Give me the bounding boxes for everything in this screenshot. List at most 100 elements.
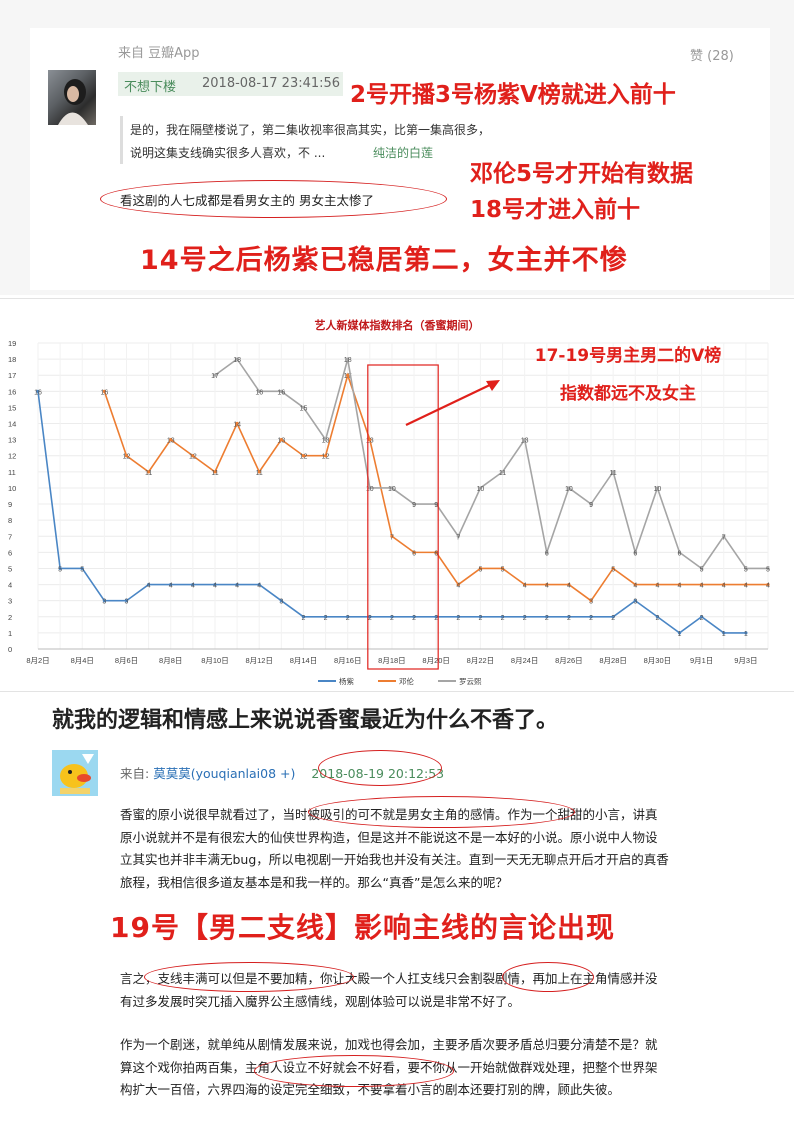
quote-line-2: 说明这集支线确实很多人喜欢，不 ... [130, 146, 326, 160]
article-author-link[interactable]: 莫莫莫(youqianlai08 +) [153, 766, 295, 781]
source-label: 来自 豆瓣App [118, 46, 200, 61]
data-label-0: 5 [58, 566, 62, 573]
article-title: 就我的逻辑和情感上来说说香蜜最近为什么不香了。 [52, 708, 559, 733]
article: 就我的逻辑和情感上来说说香蜜最近为什么不香了。 来自: 莫莫莫(youqianl… [0, 692, 794, 1123]
data-label-1: 5 [611, 566, 615, 573]
data-label-2: 13 [322, 438, 330, 445]
data-label-0: 2 [390, 615, 394, 622]
data-label-0: 1 [722, 631, 726, 638]
x-tick-label: 8月24日 [511, 656, 539, 665]
data-label-1: 4 [655, 583, 659, 590]
y-tick-label: 19 [8, 339, 16, 348]
data-label-1: 13 [366, 438, 374, 445]
data-label-2: 18 [233, 357, 241, 364]
highlight-box [367, 364, 439, 670]
x-tick-label: 8月10日 [201, 656, 229, 665]
data-label-0: 5 [80, 566, 84, 573]
data-label-1: 4 [678, 583, 682, 590]
data-label-1: 5 [478, 566, 482, 573]
y-tick-label: 5 [8, 564, 12, 573]
duck-avatar-icon [52, 750, 98, 796]
data-label-1: 12 [322, 454, 330, 461]
x-tick-label: 8月4日 [71, 656, 94, 665]
data-label-0: 2 [611, 615, 615, 622]
y-tick-label: 16 [8, 387, 16, 396]
author-avatar[interactable] [52, 750, 98, 796]
y-tick-label: 10 [8, 484, 16, 493]
quote-line-1: 是的，我在隔壁楼说了，第二集收视率很高其实，比第一集高很多， [130, 123, 491, 137]
data-label-1: 4 [766, 583, 770, 590]
data-label-1: 4 [700, 583, 704, 590]
data-label-0: 1 [678, 631, 682, 638]
data-label-1: 12 [123, 454, 131, 461]
legend-label: 罗云熙 [459, 677, 482, 686]
x-tick-label: 9月1日 [690, 656, 713, 665]
data-label-0: 2 [302, 615, 306, 622]
data-label-2: 17 [211, 373, 219, 380]
data-label-2: 6 [633, 550, 637, 557]
data-label-2: 13 [521, 438, 529, 445]
x-tick-label: 8月22日 [467, 656, 495, 665]
data-label-1: 4 [567, 583, 571, 590]
x-tick-label: 8月30日 [644, 656, 672, 665]
data-label-0: 4 [213, 583, 217, 590]
data-label-1: 4 [456, 583, 460, 590]
chart-annotation-2: 指数都远不及女主 [560, 383, 696, 404]
quote-bar [120, 116, 123, 164]
data-label-0: 2 [324, 615, 328, 622]
data-label-0: 2 [368, 615, 372, 622]
quote-author-link[interactable]: 纯洁的白莲 [373, 144, 433, 161]
y-tick-label: 12 [8, 452, 16, 461]
like-count[interactable]: 赞 (28) [690, 45, 734, 64]
para2-highlight-circle-1 [144, 962, 354, 992]
y-tick-label: 2 [8, 613, 12, 622]
y-tick-label: 13 [8, 436, 16, 445]
ranking-line-chart: 艺人新媒体指数排名（香蜜期间）0123456789101112131415161… [8, 318, 770, 686]
x-tick-label: 8月6日 [115, 656, 138, 665]
top-post: 来自 豆瓣App 赞 (28) 不想下楼 2018-08-17 23:41:56… [0, 0, 794, 295]
reply-highlight-circle [100, 180, 447, 218]
data-label-1: 4 [633, 583, 637, 590]
x-tick-label: 9月3日 [734, 656, 757, 665]
data-label-2: 18 [344, 357, 352, 364]
data-label-0: 2 [523, 615, 527, 622]
data-label-0: 3 [102, 599, 106, 606]
data-label-0: 1 [744, 631, 748, 638]
data-label-1: 4 [523, 583, 527, 590]
data-label-0: 2 [589, 615, 593, 622]
y-tick-label: 11 [8, 468, 16, 477]
data-label-0: 2 [501, 615, 505, 622]
user-name-link[interactable]: 不想下楼 [124, 76, 176, 95]
annotation-note-4: 14号之后杨紫已稳居第二，女主并不惨 [140, 245, 628, 276]
data-label-2: 10 [653, 486, 661, 493]
data-label-2: 16 [255, 389, 263, 396]
data-label-2: 5 [766, 566, 770, 573]
data-label-0: 4 [191, 583, 195, 590]
y-tick-label: 14 [8, 420, 16, 429]
data-label-1: 11 [145, 470, 152, 477]
data-label-0: 4 [257, 583, 261, 590]
data-label-1: 11 [211, 470, 218, 477]
y-tick-label: 9 [8, 500, 12, 509]
avatar-photo-icon [58, 79, 88, 125]
legend-label: 杨紫 [339, 676, 354, 686]
data-label-0: 4 [169, 583, 173, 590]
data-label-2: 7 [456, 534, 460, 541]
data-label-0: 4 [235, 583, 239, 590]
annotation-note-3: 18号才进入前十 [470, 197, 641, 223]
y-tick-label: 7 [8, 532, 12, 541]
data-label-0: 16 [34, 389, 42, 396]
data-label-0: 4 [147, 583, 151, 590]
x-tick-label: 8月14日 [290, 656, 318, 665]
post-time: 2018-08-17 23:41:56 [202, 76, 341, 91]
avatar[interactable] [48, 70, 96, 125]
x-tick-label: 8月28日 [599, 656, 627, 665]
data-label-2: 10 [366, 486, 374, 493]
data-label-2: 11 [610, 470, 617, 477]
para1-line-4: 旅程，我相信很多道友基本是和我一样的。那么“真香”是怎么来的呢？ [120, 874, 508, 890]
data-label-0: 2 [655, 615, 659, 622]
legend-label: 邓伦 [399, 676, 414, 686]
data-label-0: 3 [633, 599, 637, 606]
x-tick-label: 8月20日 [422, 656, 450, 665]
para2-line-2: 有过多发展时突兀插入魔界公主感情线，观剧体验可以说是非常不好了。 [120, 993, 521, 1009]
